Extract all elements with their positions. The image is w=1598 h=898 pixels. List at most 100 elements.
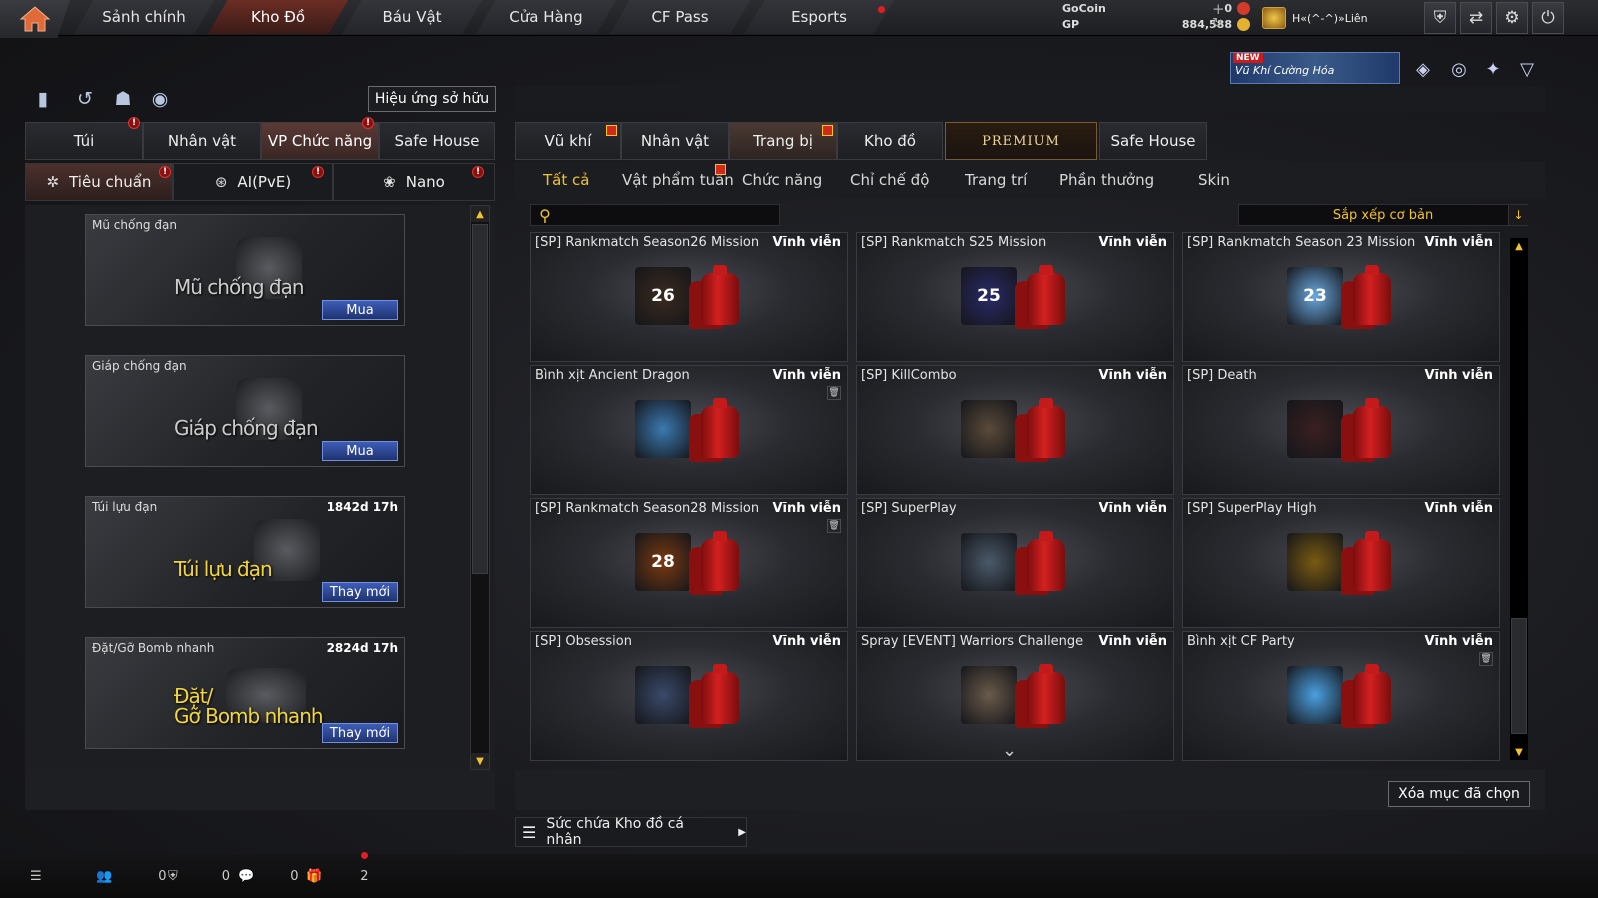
emblem-icon[interactable]: ◈ — [1410, 56, 1436, 82]
buy-button[interactable]: Mua — [322, 300, 398, 320]
refresh-icon[interactable]: ↻ — [1212, 16, 1223, 31]
messages-status[interactable]: 💬 0 — [238, 864, 298, 888]
history-icon[interactable]: ↺ — [72, 86, 98, 112]
event-banner[interactable]: NEW Vũ Khí Cường Hóa — [1230, 52, 1400, 84]
item-big-label: Túi lựu đạn — [174, 557, 273, 581]
inventory-item-card[interactable]: [SP] SuperPlay High Vĩnh viễn — [1182, 498, 1500, 628]
scroll-up-icon[interactable]: ▲ — [471, 206, 489, 222]
filter-rewards[interactable]: Phần thưởng — [1059, 162, 1154, 198]
left-tab-character[interactable]: Nhân vật — [143, 122, 261, 160]
item-big-label: Mũ chống đạn — [174, 275, 305, 299]
menu-icon[interactable]: ☰ — [30, 864, 42, 888]
left-item-card[interactable]: Túi lựu đạn 1842d 17h Túi lựu đạn Thay m… — [85, 496, 405, 608]
scroll-up-icon[interactable]: ▲ — [1510, 238, 1528, 254]
nav-tab-shop[interactable]: Cửa Hàng — [476, 0, 616, 34]
filter-function[interactable]: Chức năng — [742, 162, 822, 198]
trash-icon[interactable]: 🗑 — [1479, 652, 1493, 666]
nav-tab-cf-pass[interactable]: CF Pass — [610, 0, 750, 34]
spray-emblem-icon — [961, 533, 1017, 591]
right-tab-storage[interactable]: Kho đồ — [837, 122, 943, 160]
right-header-bar — [515, 86, 1545, 112]
left-scrollbar[interactable]: ▲ ▼ — [470, 205, 490, 770]
trash-icon[interactable]: 🗑 — [827, 386, 841, 400]
subtab-ai-pve[interactable]: ⊛ AI(PvE)! — [173, 163, 333, 201]
filter-skin[interactable]: Skin — [1198, 162, 1230, 198]
left-tab-function-items[interactable]: VP Chức năng! — [261, 117, 379, 160]
v-logo-icon[interactable]: ▽ — [1514, 56, 1540, 82]
owned-effects-button[interactable]: Hiệu ứng sở hữu — [368, 86, 496, 112]
home-icon — [19, 6, 51, 32]
grid-scrollbar[interactable]: ▲ ▼ — [1510, 238, 1528, 760]
inventory-item-card[interactable]: [SP] KillCombo Vĩnh viễn — [856, 365, 1174, 495]
spray-can-icon — [1353, 531, 1391, 591]
event-icon[interactable]: ✦ — [1480, 56, 1506, 82]
scroll-thumb[interactable] — [472, 224, 488, 574]
gocoin-icon — [1237, 2, 1250, 15]
filter-all[interactable]: Tất cả — [543, 162, 589, 198]
right-tab-safe-house[interactable]: Safe House — [1099, 122, 1207, 160]
inventory-item-card[interactable]: Bình xịt Ancient Dragon Vĩnh viễn 🗑 — [530, 365, 848, 495]
alert-icon: ! — [472, 166, 484, 178]
sort-dropdown[interactable]: Sắp xếp cơ bản — [1238, 204, 1528, 226]
item-title: [SP] SuperPlay — [861, 501, 957, 516]
subtab-standard[interactable]: ✲ Tiêu chuẩn! — [25, 163, 173, 201]
search-input[interactable] — [530, 204, 780, 226]
trash-icon[interactable]: 🗑 — [827, 519, 841, 533]
friends-status[interactable]: 👥 0 — [96, 864, 166, 888]
clear-selected-button[interactable]: Xóa mục đã chọn — [1388, 781, 1530, 807]
scroll-down-icon[interactable]: ▼ — [1510, 744, 1528, 760]
mouse-icon[interactable]: ◉ — [147, 86, 173, 112]
stats-icon[interactable]: ▮ — [30, 86, 56, 112]
character-icon[interactable]: ☗ — [110, 86, 136, 112]
left-item-card[interactable]: Mũ chống đạn Mũ chống đạn Mua — [85, 214, 405, 326]
inventory-item-card[interactable]: [SP] Rankmatch Season28 Mission Vĩnh viễn… — [530, 498, 848, 628]
nav-tab-treasure[interactable]: Báu Vật — [342, 0, 482, 34]
alert-icon: ! — [362, 117, 374, 129]
renew-button[interactable]: Thay mới — [322, 723, 398, 743]
left-item-card[interactable]: Giáp chống đạn Giáp chống đạn Mua — [85, 355, 405, 467]
item-title: [SP] Rankmatch Season26 Mission — [535, 235, 760, 250]
scroll-down-icon[interactable]: ▼ — [471, 753, 489, 769]
filter-decor[interactable]: Trang trí — [965, 162, 1027, 198]
item-duration: Vĩnh viễn — [1424, 368, 1493, 383]
gear-icon[interactable]: ⚙ — [1496, 2, 1528, 34]
globe-icon[interactable]: ◎ — [1446, 56, 1472, 82]
nav-tab-esports[interactable]: Esports — [744, 0, 894, 34]
left-tab-safe-house[interactable]: Safe House — [379, 122, 495, 160]
right-tab-premium[interactable]: PREMIUM — [945, 122, 1097, 160]
spray-can-icon — [701, 664, 739, 724]
right-tab-character[interactable]: Nhân vật — [621, 122, 729, 160]
left-tab-bag[interactable]: Túi! — [25, 117, 143, 160]
inventory-item-card[interactable]: Bình xịt CF Party Vĩnh viễn 🗑 — [1182, 631, 1500, 761]
notification-dot — [878, 6, 885, 13]
spray-emblem-icon: 23 — [1287, 267, 1343, 325]
switch-icon[interactable]: ⇄ — [1460, 2, 1492, 34]
renew-button[interactable]: Thay mới — [322, 582, 398, 602]
messages-count: 0 — [290, 868, 299, 884]
storage-capacity-button[interactable]: ☰ Sức chứa Kho đồ cá nhân ▶ — [515, 816, 747, 848]
nav-tab-inventory[interactable]: Kho Đồ — [208, 0, 348, 34]
power-icon[interactable]: ⏻ — [1532, 2, 1564, 34]
left-item-card[interactable]: Đặt/Gỡ Bomb nhanh 2824d 17h Đặt/ Gỡ Bomb… — [85, 637, 405, 749]
clan-status[interactable]: ⛨ 0 — [168, 864, 230, 888]
inventory-item-card[interactable]: [SP] SuperPlay Vĩnh viễn — [856, 498, 1174, 628]
subtab-nano[interactable]: ❀ Nano! — [333, 163, 495, 201]
item-title: Spray [EVENT] Warriors Challenge — [861, 634, 1084, 649]
buy-button[interactable]: Mua — [322, 441, 398, 461]
item-duration: Vĩnh viễn — [1424, 501, 1493, 516]
sort-arrow-icon[interactable]: ↓ — [1508, 205, 1528, 225]
right-tab-weapons[interactable]: Vũ khí — [515, 122, 621, 160]
inventory-item-card[interactable]: [SP] Death Vĩnh viễn — [1182, 365, 1500, 495]
filter-mode-only[interactable]: Chỉ chế độ — [850, 162, 929, 198]
inventory-item-card[interactable]: [SP] Rankmatch Season26 Mission Vĩnh viễn… — [530, 232, 848, 362]
user-info[interactable]: H«(^-^)»Liên — [1262, 6, 1368, 30]
shield-icon[interactable]: ⛨ — [1424, 2, 1456, 34]
inventory-item-card[interactable]: [SP] Rankmatch Season 23 Mission Vĩnh viễ… — [1182, 232, 1500, 362]
inventory-item-card[interactable]: [SP] Obsession Vĩnh viễn — [530, 631, 848, 761]
scroll-thumb[interactable] — [1511, 618, 1527, 734]
gifts-status[interactable]: 🎁 2 — [306, 864, 368, 888]
chevron-down-icon[interactable]: ⌄ — [1002, 740, 1017, 761]
inventory-item-card[interactable]: [SP] Rankmatch S25 Mission Vĩnh viễn 25 — [856, 232, 1174, 362]
nav-tab-lobby[interactable]: Sảnh chính — [74, 0, 214, 34]
right-tab-equipment[interactable]: Trang bị — [729, 122, 837, 160]
